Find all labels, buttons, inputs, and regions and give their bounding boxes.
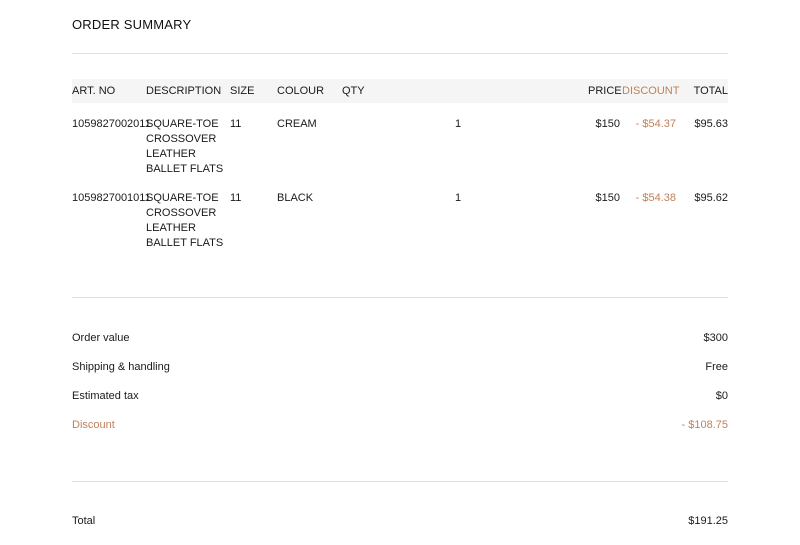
item-price: $150	[595, 118, 620, 130]
summary-divider	[72, 481, 728, 482]
item-size: 11	[230, 118, 242, 130]
item-discount: - $54.37	[635, 118, 676, 130]
tax-amount: $0	[715, 390, 728, 402]
col-header-colour: COLOUR	[277, 85, 325, 97]
top-divider	[72, 53, 728, 54]
col-header-discount: DISCOUNT	[622, 85, 680, 97]
table-header: ART. NO DESCRIPTION SIZE COLOUR QTY PRIC…	[72, 79, 728, 103]
item-description: SQUARE-TOE CROSSOVER LEATHER BALLET FLAT…	[146, 118, 224, 175]
shipping-label: Shipping & handling	[72, 361, 170, 373]
item-price: $150	[595, 192, 620, 204]
col-header-size: SIZE	[230, 85, 255, 97]
discount-label: Discount	[72, 419, 115, 431]
col-header-description: DESCRIPTION	[146, 85, 222, 97]
order-value-row: Order value $300	[72, 331, 728, 346]
item-total: $95.63	[694, 118, 728, 130]
item-qty: 1	[455, 192, 462, 204]
col-header-total: TOTAL	[693, 85, 728, 97]
order-value-amount: $300	[703, 332, 728, 344]
item-colour: CREAM	[277, 118, 317, 130]
item-total: $95.62	[694, 192, 728, 204]
total-row: Total $191.25	[72, 514, 728, 529]
tax-label: Estimated tax	[72, 390, 139, 402]
item-art-no: 1059827002011	[72, 118, 151, 130]
col-header-qty: QTY	[342, 85, 365, 97]
order-value-label: Order value	[72, 332, 130, 344]
item-art-no: 1059827001011	[72, 192, 151, 204]
total-amount: $191.25	[688, 515, 728, 527]
item-qty: 1	[455, 118, 462, 130]
shipping-row: Shipping & handling Free	[72, 360, 728, 375]
discount-amount: - $108.75	[681, 419, 728, 431]
shipping-amount: Free	[705, 361, 728, 373]
col-header-price: PRICE	[588, 85, 622, 97]
items-divider	[72, 297, 728, 298]
discount-row: Discount - $108.75	[72, 418, 728, 433]
col-header-art-no: ART. NO	[72, 85, 116, 97]
total-label: Total	[72, 515, 96, 527]
tax-row: Estimated tax $0	[72, 389, 728, 404]
item-colour: BLACK	[277, 192, 314, 204]
page-title: ORDER SUMMARY	[72, 17, 192, 32]
item-description: SQUARE-TOE CROSSOVER LEATHER BALLET FLAT…	[146, 192, 224, 249]
item-size: 11	[230, 192, 242, 204]
item-discount: - $54.38	[635, 192, 676, 204]
